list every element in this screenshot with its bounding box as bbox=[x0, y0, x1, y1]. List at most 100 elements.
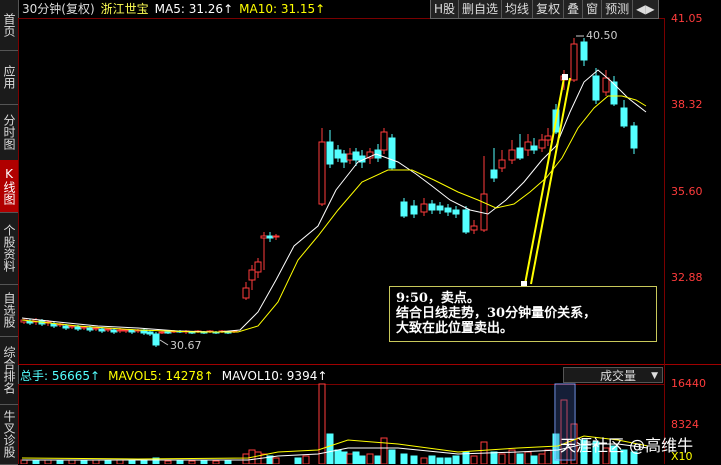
watermark: 天涯社区 @高维牛 bbox=[560, 436, 694, 455]
candle-body-63 bbox=[490, 169, 498, 179]
period-label: 30分钟(复权) bbox=[22, 2, 95, 16]
note-line-1: 9:50，卖点。 bbox=[396, 291, 480, 306]
candle-body-41 bbox=[272, 235, 280, 238]
volume-bar-26 bbox=[318, 383, 326, 464]
kline-chart[interactable] bbox=[18, 0, 721, 464]
price-label-3: 35.60 bbox=[671, 185, 703, 198]
candle-body-5 bbox=[50, 323, 58, 327]
candle-body-22 bbox=[152, 333, 160, 346]
ma5-label: MA5: 31.26↑ bbox=[154, 2, 234, 16]
volume-bar-45 bbox=[470, 455, 478, 464]
candle-body-74 bbox=[580, 41, 588, 61]
sell-point-note: 9:50，卖点。 结合日线走势，30分钟量价关系， 大致在此位置卖出。 bbox=[389, 286, 657, 342]
toolbar-button-2[interactable]: 均线 bbox=[502, 0, 534, 18]
candle-body-14 bbox=[104, 328, 112, 331]
low-price-value: 30.67 bbox=[170, 339, 202, 352]
sidebar-tab-2[interactable]: 分时图 bbox=[0, 104, 18, 161]
sidebar-tab-label: 综合排名 bbox=[2, 346, 16, 394]
volume-bar-37 bbox=[400, 453, 408, 464]
candle-body-17 bbox=[122, 329, 130, 332]
candle-body-69 bbox=[538, 139, 546, 149]
volume-bar-51 bbox=[524, 451, 532, 464]
volume-bar-29 bbox=[340, 451, 348, 464]
candle-body-40 bbox=[266, 235, 274, 239]
sidebar-tab-label: 分时图 bbox=[2, 114, 16, 150]
volume-axis-label-1: 16440 bbox=[671, 377, 706, 390]
sidebar-tab-7[interactable]: 牛叉诊股 bbox=[0, 404, 18, 465]
sidebar-tab-1[interactable]: 应用 bbox=[0, 50, 18, 105]
candle-body-73 bbox=[570, 43, 578, 81]
volume-bar-48 bbox=[498, 453, 506, 464]
toolbar-button-4[interactable]: 叠 bbox=[564, 0, 584, 18]
volume-bar-40 bbox=[428, 455, 436, 464]
candle-body-54 bbox=[410, 205, 418, 215]
indicator-select-value: 成交量 bbox=[600, 369, 637, 383]
low-marker-leader bbox=[159, 339, 169, 346]
candle-body-62 bbox=[480, 193, 488, 231]
volume-bar-47 bbox=[490, 451, 498, 464]
kline-svg[interactable] bbox=[18, 0, 721, 464]
candle-body-57 bbox=[436, 205, 444, 211]
sidebar-tab-4[interactable]: 个股资料 bbox=[0, 212, 18, 285]
volume-bar-43 bbox=[452, 455, 460, 464]
note-line-3: 大致在此位置卖出。 bbox=[396, 321, 514, 336]
annotation-anchor-top bbox=[562, 74, 568, 80]
candle-body-51 bbox=[380, 131, 388, 151]
volume-bar-38 bbox=[410, 455, 418, 464]
candle-body-18 bbox=[128, 329, 136, 333]
candle-body-21 bbox=[146, 331, 154, 335]
volume-bar-8 bbox=[116, 459, 124, 464]
candle-body-59 bbox=[452, 209, 460, 215]
ma10-label: MA10: 31.15↑ bbox=[239, 2, 326, 16]
toolbar-button-0[interactable]: H股 bbox=[431, 0, 460, 18]
candle-body-46 bbox=[346, 153, 354, 161]
sidebar: 首页应用分时图 K线图个股资料自选股综合排名牛叉诊股 bbox=[0, 0, 19, 465]
mavol5-label: MAVOL5: 14278↑ bbox=[108, 369, 214, 383]
volume-bar-36 bbox=[388, 449, 396, 464]
volume-bar-18 bbox=[242, 453, 250, 464]
volume-bar-28 bbox=[334, 449, 342, 464]
candle-body-64 bbox=[498, 159, 506, 169]
candle-body-12 bbox=[92, 327, 100, 330]
candle-body-53 bbox=[400, 201, 408, 217]
stock-name: 浙江世宝 bbox=[100, 2, 149, 16]
sidebar-tab-label: 个股资料 bbox=[2, 224, 16, 272]
sidebar-tab-0[interactable]: 首页 bbox=[0, 0, 18, 51]
candle-body-8 bbox=[68, 325, 76, 328]
volume-bar-4 bbox=[68, 459, 76, 464]
volume-bar-0 bbox=[20, 459, 28, 464]
candle-body-56 bbox=[428, 203, 436, 211]
volume-header: 总手: 56665↑ MAVOL5: 14278↑ MAVOL10: 9394↑ bbox=[20, 368, 327, 384]
sidebar-tab-6[interactable]: 综合排名 bbox=[0, 336, 18, 405]
volume-bar-31 bbox=[352, 451, 360, 464]
volume-bar-25 bbox=[302, 455, 310, 464]
candle-body-77 bbox=[610, 81, 618, 105]
candle-body-79 bbox=[630, 125, 638, 149]
volume-bar-34 bbox=[374, 455, 382, 464]
volume-bar-10 bbox=[140, 459, 148, 464]
candle-body-65 bbox=[508, 149, 516, 161]
indicator-select[interactable]: 成交量 ▼ bbox=[563, 367, 663, 383]
note-line-2: 结合日线走势，30分钟量价关系， bbox=[396, 306, 597, 321]
candle-body-76 bbox=[602, 77, 610, 93]
volume-axis-label-2: 8324 bbox=[671, 418, 699, 431]
sidebar-tab-label: 首页 bbox=[2, 13, 16, 37]
toolbar-button-1[interactable]: 删自选 bbox=[459, 0, 503, 18]
toolbar-button-3[interactable]: 复权 bbox=[533, 0, 565, 18]
toolbar-button-6[interactable]: 预测 bbox=[602, 0, 634, 18]
candle-body-67 bbox=[524, 141, 532, 151]
candle-body-44 bbox=[334, 149, 342, 159]
mavol10-label: MAVOL10: 9394↑ bbox=[221, 369, 328, 383]
volume-bar-24 bbox=[294, 457, 302, 464]
toolbar-button-7[interactable]: ◀▶ bbox=[633, 0, 657, 18]
volume-bar-27 bbox=[326, 433, 334, 464]
volume-bar-42 bbox=[444, 457, 452, 464]
price-label-1: 41.05 bbox=[671, 12, 703, 25]
candle-body-7 bbox=[62, 325, 70, 329]
chevron-down-icon: ▼ bbox=[651, 371, 658, 381]
candle-body-42 bbox=[318, 141, 326, 205]
toolbar-button-5[interactable]: 窗 bbox=[583, 0, 603, 18]
sidebar-tab-5[interactable]: 自选股 bbox=[0, 284, 18, 337]
sidebar-tab-3[interactable]: K线图 bbox=[0, 160, 18, 213]
candle-body-9 bbox=[74, 326, 82, 330]
